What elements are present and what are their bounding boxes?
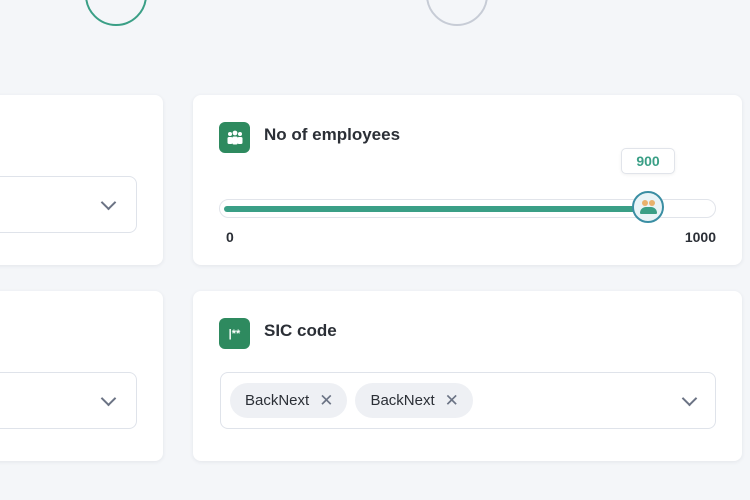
close-icon[interactable]: ✕ <box>319 391 333 411</box>
dropdown-select[interactable] <box>0 176 137 233</box>
slider-value-tooltip: 900 <box>621 148 675 174</box>
tag-label: BackNext <box>245 392 310 409</box>
slider-max-label: 1000 <box>684 229 716 245</box>
tag-chip: BackNext ✕ <box>230 383 348 418</box>
card-title: SIC code <box>264 321 337 340</box>
people-icon <box>642 200 648 206</box>
sic-code-card: |** SIC code BackNext ✕ BackNext ✕ <box>193 291 742 461</box>
employees-card: No of employees 900 0 1000 <box>193 95 742 265</box>
card-title: No of employees <box>264 125 401 144</box>
close-icon[interactable]: ✕ <box>445 391 459 411</box>
tag-chip: BackNext ✕ <box>355 383 473 418</box>
slider-min-label: 0 <box>226 229 234 245</box>
step-indicator-inactive[interactable] <box>426 0 488 26</box>
chevron-down-icon[interactable] <box>100 194 117 211</box>
filter-card-left-top <box>0 95 163 265</box>
slider-fill <box>224 206 648 212</box>
chevron-down-icon[interactable] <box>100 390 117 407</box>
chevron-down-icon[interactable] <box>681 390 698 407</box>
people-group-icon <box>219 122 250 153</box>
people-icon-body <box>640 207 657 214</box>
employees-slider[interactable]: 900 <box>219 148 716 223</box>
filter-card-left-bottom <box>0 291 163 461</box>
sic-code-multiselect[interactable]: BackNext ✕ BackNext ✕ <box>220 372 716 429</box>
slider-thumb[interactable] <box>632 191 664 223</box>
dropdown-select[interactable] <box>0 372 137 429</box>
tag-list: BackNext ✕ BackNext ✕ <box>230 383 473 418</box>
asterisk-code-icon: |** <box>219 318 250 349</box>
people-icon-head <box>649 200 655 206</box>
step-indicator-active[interactable] <box>85 0 147 26</box>
tag-label: BackNext <box>370 392 435 409</box>
